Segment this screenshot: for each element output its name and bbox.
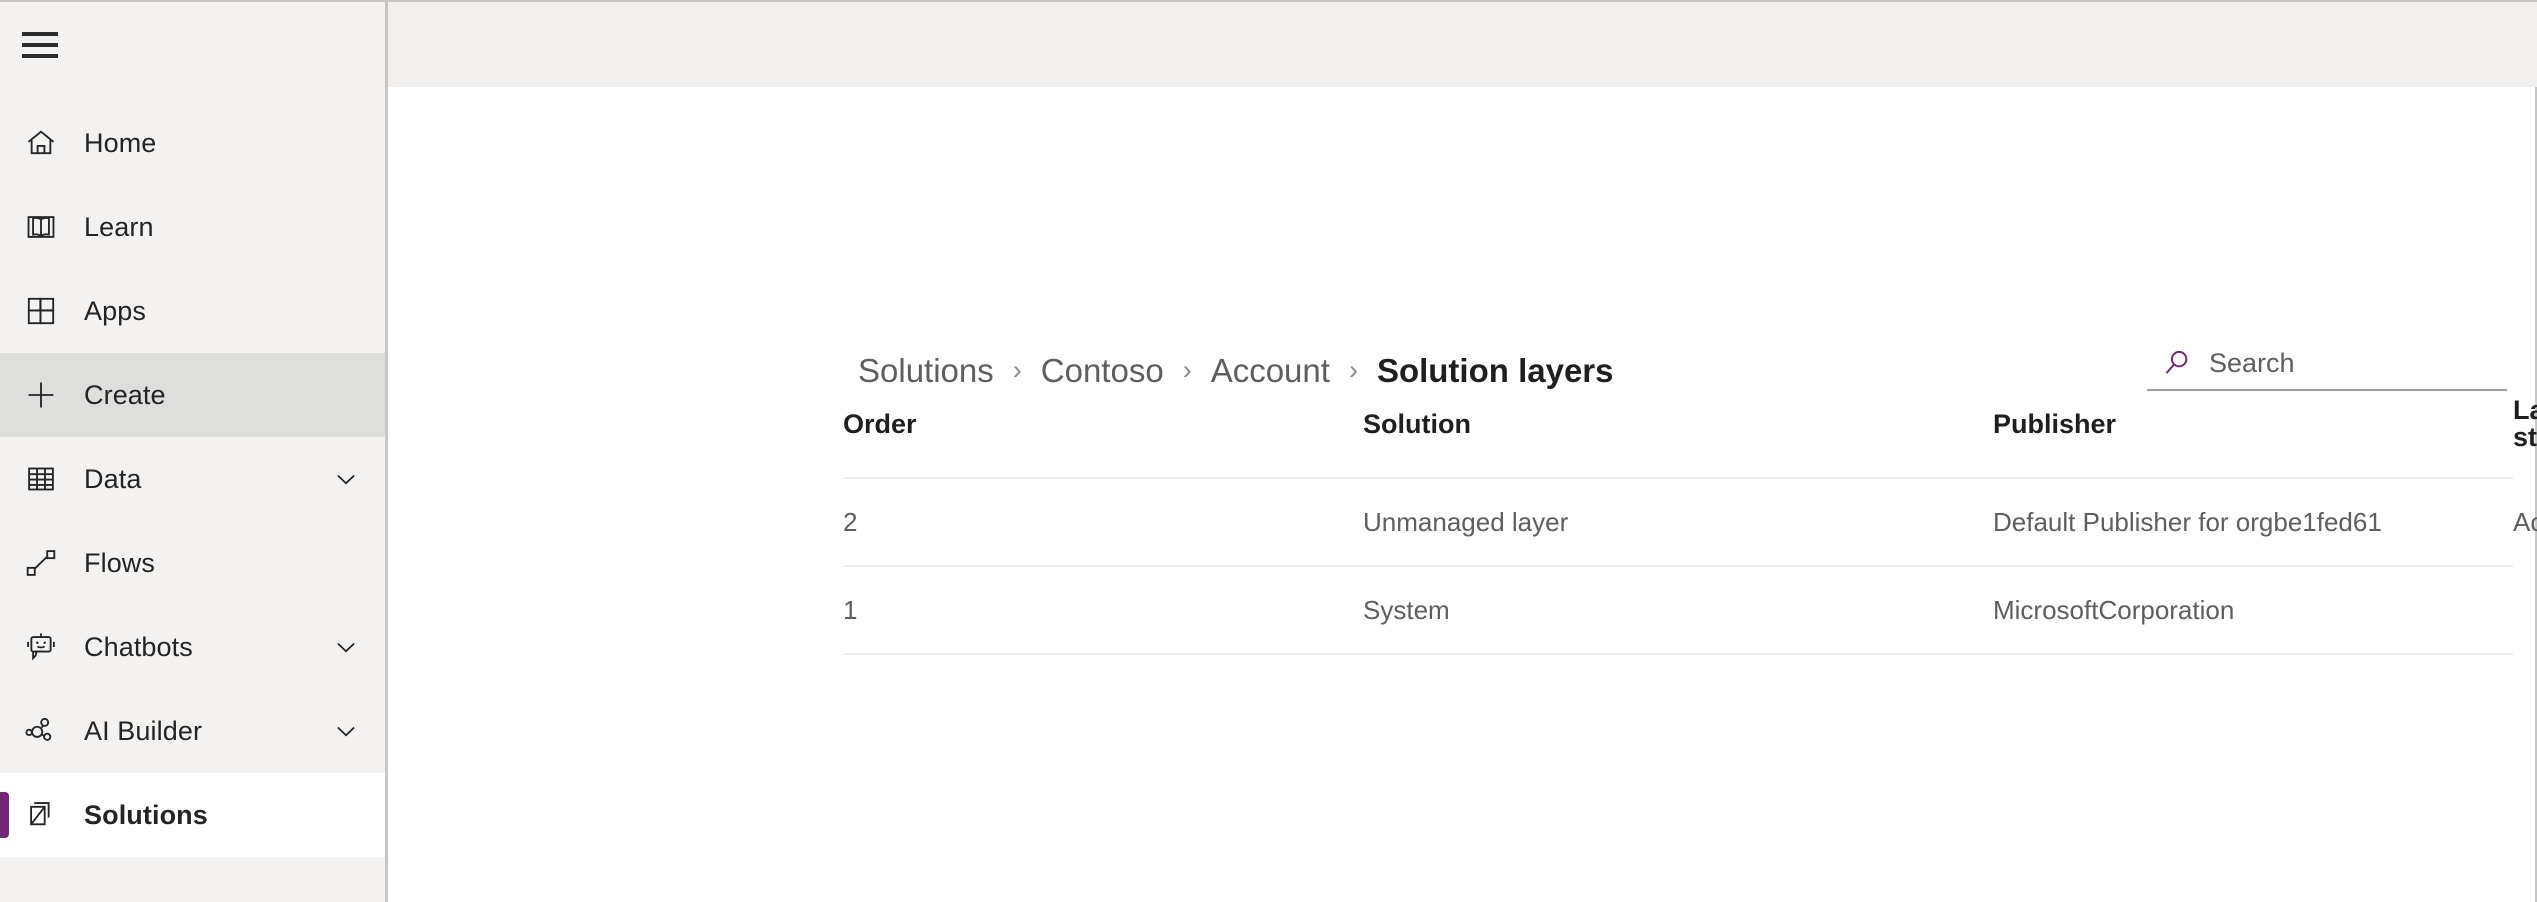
content-area: Solutions › Contoso › Account › Solution… [388,87,2537,902]
sidebar-item-label: Chatbots [84,634,193,661]
active-indicator [0,792,9,838]
table-body: 2 Unmanaged layer Default Publisher for … [843,478,2513,654]
sidebar-item-label: Create [84,382,166,409]
breadcrumb-separator-icon: › [1330,357,1377,384]
table-header: Order Solution Publisher Layer status [843,397,2513,478]
cell-publisher: Default Publisher for orgbe1fed61 [1993,478,2513,566]
search-input[interactable] [2209,348,2501,379]
ai-nodes-icon [24,714,68,748]
sidebar-item-ai-builder[interactable]: AI Builder [0,689,385,773]
table-icon [24,462,68,496]
cell-order: 2 [843,478,1363,566]
table-header-row: Order Solution Publisher Layer status [843,397,2513,478]
cell-solution: System [1363,566,1993,654]
flow-icon [24,546,68,580]
hamburger-line [22,54,58,58]
main-region: Solutions › Contoso › Account › Solution… [388,2,2537,902]
sidebar-item-label: Solutions [84,802,208,829]
plus-icon [24,378,68,412]
chevron-down-icon[interactable] [331,716,361,746]
hamburger-menu-container [0,2,385,87]
sidebar-item-create[interactable]: Create [0,353,385,437]
sidebar-item-data[interactable]: Data [0,437,385,521]
sidebar-item-solutions[interactable]: Solutions [0,773,385,857]
cell-order: 1 [843,566,1363,654]
hamburger-line [22,32,58,36]
sidebar-item-label: Apps [84,298,146,325]
cell-solution: Unmanaged layer [1363,478,1993,566]
hamburger-icon[interactable] [22,32,58,58]
sidebar-item-label: Data [84,466,141,493]
search-box[interactable] [2147,347,2507,391]
search-icon [2161,347,2193,379]
sidebar-item-learn[interactable]: Learn [0,185,385,269]
breadcrumb: Solutions › Contoso › Account › Solution… [858,354,2147,397]
page-header-row: Solutions › Contoso › Account › Solution… [388,87,2535,397]
sidebar-item-apps[interactable]: Apps [0,269,385,353]
robot-icon [24,630,68,664]
breadcrumb-item-solutions[interactable]: Solutions [858,354,994,387]
solutions-icon [24,798,68,832]
sidebar-item-flows[interactable]: Flows [0,521,385,605]
cell-publisher: MicrosoftCorporation [1993,566,2513,654]
solution-layers-table-container: Order Solution Publisher Layer status 2 … [388,397,2535,655]
breadcrumb-separator-icon: › [994,357,1041,384]
hamburger-line [22,43,58,47]
sidebar-item-label: AI Builder [84,718,202,745]
column-header-order[interactable]: Order [843,397,1363,478]
sidebar-item-chatbots[interactable]: Chatbots [0,605,385,689]
sidebar-item-label: Learn [84,214,154,241]
column-header-publisher[interactable]: Publisher [1993,397,2513,478]
breadcrumb-item-account[interactable]: Account [1211,354,1330,387]
column-header-solution[interactable]: Solution [1363,397,1993,478]
sidebar-item-home[interactable]: Home [0,101,385,185]
sidebar-nav-list: Home Learn [0,101,385,857]
breadcrumb-item-contoso[interactable]: Contoso [1041,354,1164,387]
table-row[interactable]: 1 System MicrosoftCorporation [843,566,2513,654]
chevron-down-icon[interactable] [331,464,361,494]
sidebar-item-label: Flows [84,550,155,577]
sidebar-item-label: Home [84,130,156,157]
breadcrumb-separator-icon: › [1164,357,1211,384]
app-root: Home Learn [0,0,2537,902]
solution-layers-table: Order Solution Publisher Layer status 2 … [843,397,2513,655]
command-bar [388,2,2537,87]
apps-grid-icon [24,294,68,328]
table-row[interactable]: 2 Unmanaged layer Default Publisher for … [843,478,2513,566]
sidebar: Home Learn [0,2,388,902]
chevron-down-icon[interactable] [331,632,361,662]
book-icon [24,210,68,244]
breadcrumb-item-current: Solution layers [1377,354,1614,387]
home-icon [24,126,68,160]
